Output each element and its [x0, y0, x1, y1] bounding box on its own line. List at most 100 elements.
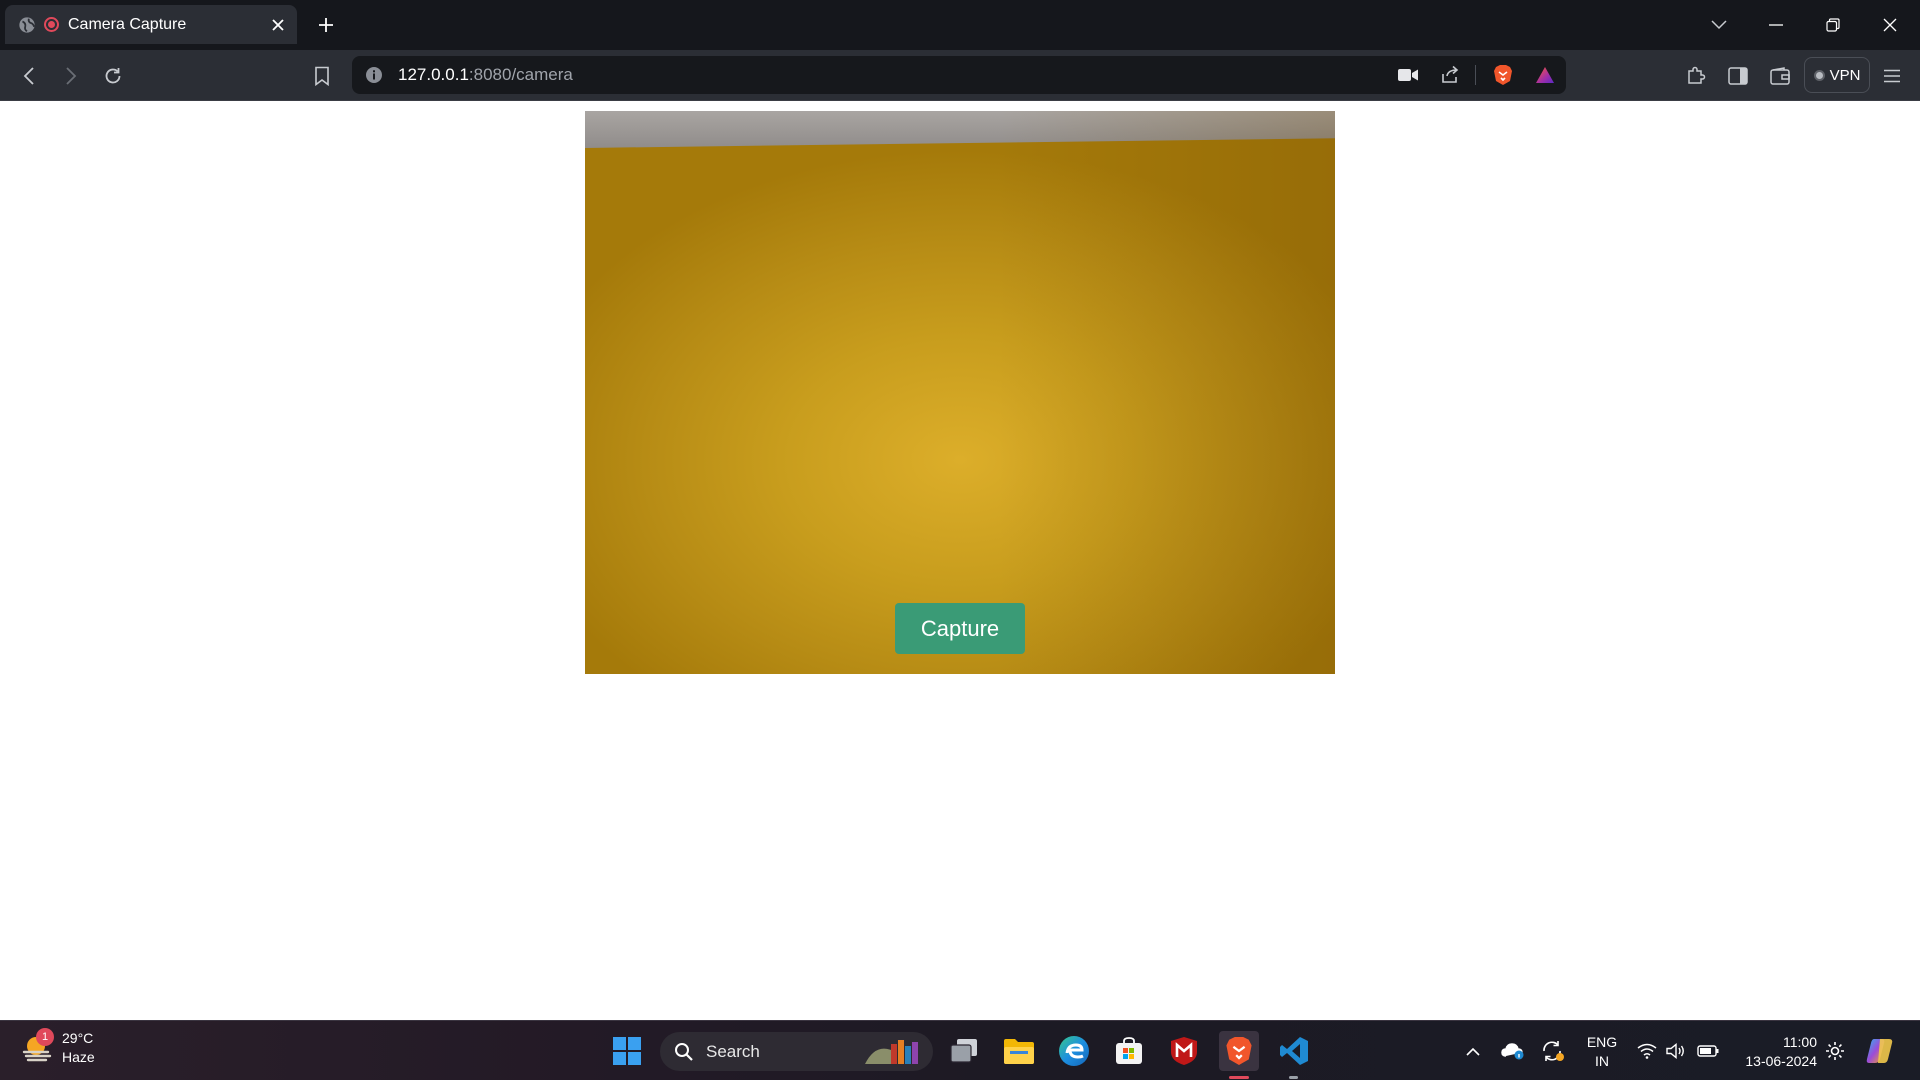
browser-toolbar: 127.0.0.1:8080/camera VPN [0, 50, 1920, 101]
close-tab-icon[interactable] [263, 10, 293, 40]
search-icon [675, 1042, 693, 1061]
extensions-button[interactable] [1680, 60, 1712, 92]
chevron-down-icon [1711, 20, 1727, 30]
puzzle-icon [1688, 66, 1706, 84]
rewards-triangle-icon [1536, 67, 1554, 83]
url-text: 127.0.0.1:8080/camera [398, 65, 573, 85]
focus-settings-button[interactable] [1822, 1021, 1848, 1081]
site-info-icon[interactable] [365, 66, 383, 84]
search-highlight-illustration-icon [865, 1040, 918, 1064]
globe-icon [19, 16, 36, 33]
edge-browser-button[interactable] [1054, 1031, 1094, 1071]
address-bar[interactable]: 127.0.0.1:8080/camera [352, 56, 1566, 94]
capture-button[interactable]: Capture [895, 603, 1025, 654]
vscode-open-indicator [1289, 1076, 1298, 1079]
new-tab-button[interactable] [311, 10, 341, 40]
wallet-button[interactable] [1764, 60, 1796, 92]
copilot-icon [1866, 1039, 1893, 1063]
sync-icon [1543, 1041, 1564, 1061]
plus-icon [319, 18, 333, 32]
sync-tray-button[interactable] [1540, 1021, 1566, 1081]
vpn-button[interactable]: VPN [1804, 57, 1870, 93]
file-explorer-button[interactable] [999, 1031, 1039, 1071]
battery-tray-button[interactable] [1694, 1021, 1722, 1081]
brave-lion-icon [1226, 1037, 1252, 1065]
tab-camera-capture[interactable]: Camera Capture [5, 5, 297, 44]
tab-search-button[interactable] [1691, 0, 1747, 50]
bookmark-button[interactable] [306, 60, 338, 92]
onedrive-tray-button[interactable] [1500, 1021, 1526, 1081]
wifi-tray-button[interactable] [1634, 1021, 1660, 1081]
windows-logo-icon [613, 1037, 641, 1065]
minimize-button[interactable] [1748, 0, 1804, 50]
back-button[interactable] [13, 60, 45, 92]
share-button[interactable] [1433, 56, 1467, 94]
page-content: Capture [0, 101, 1920, 1020]
cloud-info-icon [1501, 1043, 1524, 1060]
close-icon [1883, 18, 1897, 32]
language-indicator[interactable]: ENG IN [1582, 1033, 1622, 1071]
windows-taskbar: 1 29°C Haze Search ENG IN 11:00 13-06-20… [0, 1020, 1920, 1080]
chevron-up-icon [1466, 1047, 1480, 1056]
microsoft-store-button[interactable] [1109, 1031, 1149, 1071]
sidebar-button[interactable] [1722, 60, 1754, 92]
clock-time: 11:00 [1783, 1034, 1817, 1050]
video-camera-icon [1398, 69, 1418, 81]
task-view-button[interactable] [944, 1031, 984, 1071]
vscode-icon [1280, 1037, 1308, 1065]
menu-button[interactable] [1876, 60, 1908, 92]
arrow-right-icon [66, 67, 77, 85]
brave-taskbar-button[interactable] [1219, 1031, 1259, 1071]
gear-icon [1826, 1042, 1844, 1060]
weather-badge: 1 [36, 1028, 54, 1046]
vscode-button[interactable] [1274, 1031, 1314, 1071]
vpn-status-icon [1813, 69, 1825, 81]
show-hidden-icons-button[interactable] [1460, 1021, 1486, 1081]
video-shading [997, 111, 1335, 674]
battery-icon [1697, 1045, 1719, 1057]
weather-widget[interactable]: 1 29°C Haze [22, 1028, 95, 1067]
sidebar-icon [1728, 67, 1748, 85]
browser-titlebar: Camera Capture [0, 0, 1920, 50]
brave-lion-icon [1494, 65, 1512, 85]
taskbar-search[interactable]: Search [660, 1032, 933, 1071]
minimize-icon [1769, 24, 1783, 26]
haze-weather-icon: 1 [22, 1028, 54, 1064]
share-icon [1442, 65, 1459, 83]
copilot-button[interactable] [1862, 1021, 1898, 1081]
brave-active-indicator [1229, 1076, 1249, 1079]
bookmark-icon [315, 66, 329, 86]
reload-icon [105, 68, 121, 84]
url-host: 127.0.0.1 [398, 65, 469, 84]
wifi-icon [1637, 1043, 1657, 1059]
tab-title: Camera Capture [68, 15, 187, 33]
close-window-button[interactable] [1862, 0, 1918, 50]
wallet-icon [1770, 67, 1790, 85]
vpn-label: VPN [1829, 66, 1861, 84]
reload-button[interactable] [97, 60, 129, 92]
language-code: ENG [1586, 1034, 1618, 1050]
recording-indicator-icon [44, 17, 59, 32]
speaker-icon [1666, 1043, 1684, 1059]
brave-shields-button[interactable] [1486, 56, 1520, 94]
camera-video-feed: Capture [585, 111, 1335, 674]
search-label: Search [706, 1041, 760, 1061]
url-path: :8080/camera [468, 65, 573, 84]
forward-button[interactable] [55, 60, 87, 92]
system-clock[interactable]: 11:00 13-06-2024 [1731, 1033, 1817, 1071]
restore-button[interactable] [1805, 0, 1861, 50]
task-view-icon [950, 1039, 977, 1063]
volume-tray-button[interactable] [1663, 1021, 1689, 1081]
camera-in-use-button[interactable] [1391, 56, 1425, 94]
region-code: IN [1595, 1053, 1609, 1069]
start-button[interactable] [607, 1031, 647, 1071]
mcafee-button[interactable] [1164, 1031, 1204, 1071]
arrow-left-icon [23, 67, 34, 85]
hamburger-menu-icon [1884, 69, 1900, 83]
brave-rewards-button[interactable] [1528, 56, 1562, 94]
weather-description: Haze [62, 1049, 95, 1065]
edge-icon [1059, 1036, 1089, 1066]
clock-date: 13-06-2024 [1745, 1053, 1817, 1069]
weather-temperature: 29°C [62, 1030, 94, 1046]
restore-icon [1826, 18, 1840, 32]
